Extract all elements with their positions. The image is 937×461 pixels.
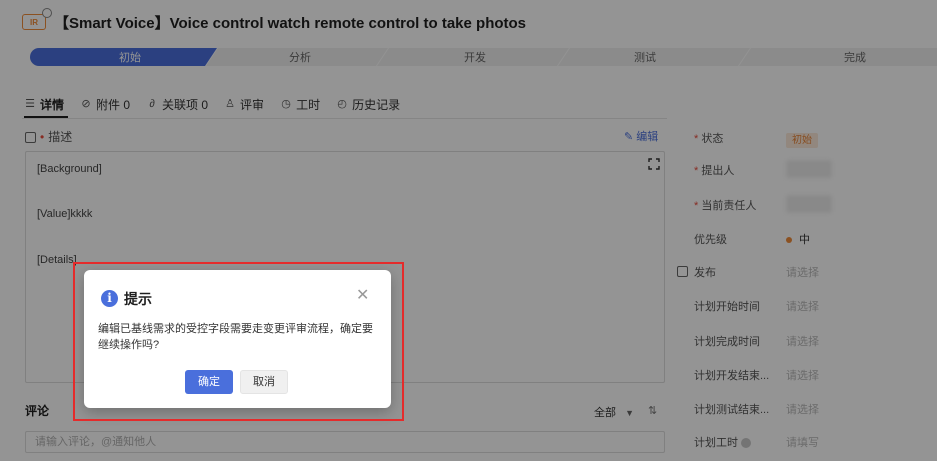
confirm-button[interactable]: 确定: [185, 370, 233, 394]
info-icon: i: [101, 290, 118, 307]
close-icon[interactable]: ✕: [356, 288, 369, 304]
dialog-message: 编辑已基线需求的受控字段需要走变更评审流程，确定要继续操作吗?: [98, 323, 373, 351]
confirm-dialog: i 提示 ✕ 编辑已基线需求的受控字段需要走变更评审流程，确定要继续操作吗? 确…: [84, 270, 391, 408]
dialog-title: 提示: [124, 291, 152, 307]
cancel-button[interactable]: 取消: [240, 370, 288, 394]
